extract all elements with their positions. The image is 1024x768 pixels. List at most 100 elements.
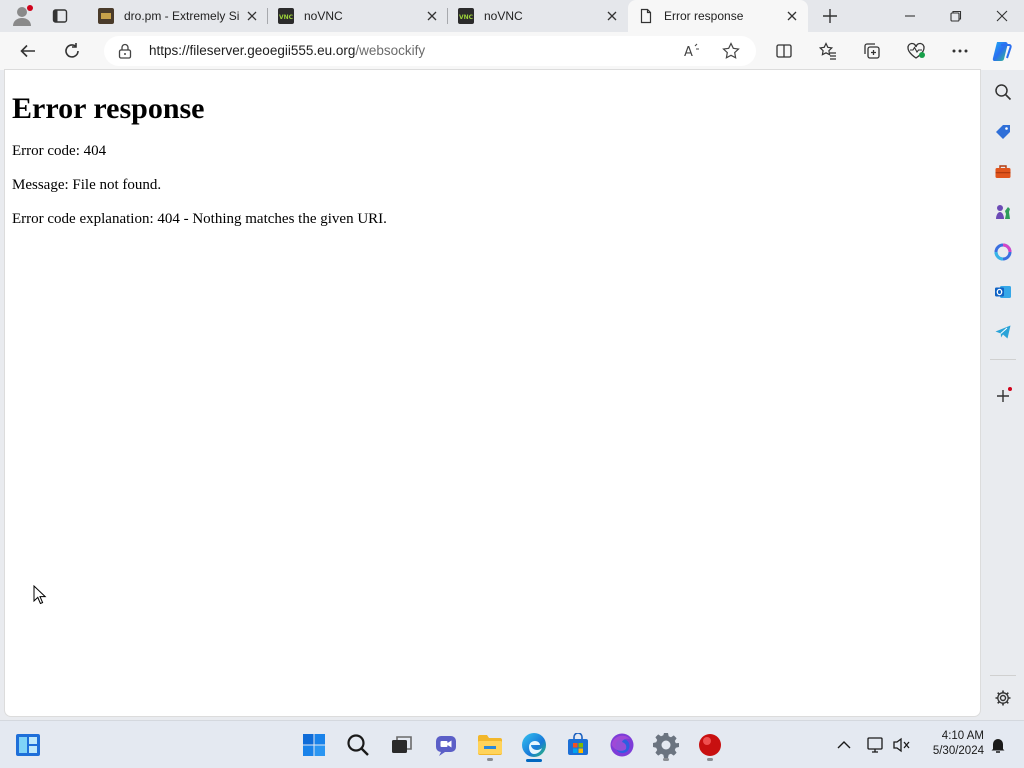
tab-title: Error response bbox=[664, 9, 744, 23]
favorite-button[interactable] bbox=[721, 41, 741, 61]
sidebar-shopping-button[interactable] bbox=[990, 119, 1016, 145]
sidebar-add-button[interactable] bbox=[990, 383, 1016, 409]
browser-essentials-button[interactable] bbox=[900, 35, 932, 67]
record-icon bbox=[699, 734, 721, 756]
record-button[interactable] bbox=[692, 727, 728, 763]
lock-icon bbox=[118, 43, 132, 59]
start-button[interactable] bbox=[296, 727, 332, 763]
restore-button[interactable] bbox=[936, 0, 976, 32]
close-tab-button[interactable] bbox=[420, 4, 444, 28]
firefox-icon bbox=[610, 733, 634, 757]
collections-icon bbox=[864, 43, 880, 59]
svg-text:VNC: VNC bbox=[459, 14, 474, 21]
outlook-icon bbox=[995, 286, 1011, 298]
refresh-button[interactable] bbox=[56, 35, 88, 67]
volume-muted-icon bbox=[893, 737, 910, 753]
network-button[interactable] bbox=[862, 727, 890, 763]
meet-icon bbox=[436, 736, 456, 756]
close-icon bbox=[427, 11, 437, 21]
file-explorer-icon bbox=[478, 735, 502, 755]
url-text: https://fileserver.geoegii555.eu.org/web… bbox=[149, 43, 425, 58]
edge-icon bbox=[522, 733, 546, 757]
address-bar[interactable]: https://fileserver.geoegii555.eu.org/web… bbox=[104, 36, 756, 66]
minimize-button[interactable] bbox=[890, 0, 930, 32]
store-button[interactable] bbox=[560, 727, 596, 763]
mouse-cursor-icon bbox=[33, 585, 47, 605]
close-tab-button[interactable] bbox=[600, 4, 624, 28]
split-screen-button[interactable] bbox=[768, 35, 800, 67]
plus-icon bbox=[823, 9, 837, 23]
sidebar-games-button[interactable] bbox=[990, 199, 1016, 225]
tab-error-response[interactable]: Error response bbox=[628, 0, 808, 32]
svg-text:VNC: VNC bbox=[279, 14, 294, 21]
settings-menu-button[interactable] bbox=[944, 35, 976, 67]
close-icon bbox=[787, 11, 797, 21]
profile-icon bbox=[13, 5, 33, 26]
tab-novnc-2[interactable]: VNC noVNC bbox=[448, 0, 628, 32]
widgets-button[interactable] bbox=[10, 727, 46, 763]
edge-button[interactable] bbox=[516, 727, 552, 763]
error-message-text: Message: File not found. bbox=[12, 177, 162, 193]
split-screen-icon bbox=[776, 44, 792, 58]
meet-button[interactable] bbox=[428, 727, 464, 763]
show-hidden-icons-button[interactable] bbox=[830, 727, 858, 763]
tab-dro-pm[interactable]: dro.pm - Extremely Si bbox=[88, 0, 268, 32]
novnc-favicon: VNC bbox=[458, 8, 474, 24]
dro-pm-favicon bbox=[98, 8, 114, 24]
notifications-button[interactable] bbox=[984, 727, 1012, 763]
read-aloud-icon: A bbox=[684, 43, 699, 60]
settings-app-button[interactable] bbox=[648, 727, 684, 763]
task-view-button[interactable] bbox=[384, 727, 420, 763]
sidebar-telegram-button[interactable] bbox=[990, 319, 1016, 345]
profile-button[interactable] bbox=[2, 0, 42, 32]
tab-actions-button[interactable] bbox=[40, 0, 80, 32]
close-window-button[interactable] bbox=[982, 0, 1022, 32]
novnc-favicon: VNC bbox=[278, 8, 294, 24]
svg-text:A: A bbox=[684, 45, 693, 60]
close-icon bbox=[247, 11, 257, 21]
collections-button[interactable] bbox=[856, 35, 888, 67]
url-path: /websockify bbox=[355, 43, 426, 58]
sidebar-settings-button[interactable] bbox=[990, 685, 1016, 711]
telegram-icon bbox=[995, 325, 1011, 339]
page-favicon bbox=[640, 8, 652, 24]
minimize-icon bbox=[905, 15, 915, 17]
taskbar: 4:10 AM 5/30/2024 bbox=[0, 720, 1024, 768]
add-icon bbox=[997, 387, 1012, 402]
page-body: Error response Error code: 404 Message: … bbox=[12, 92, 912, 244]
close-tab-button[interactable] bbox=[780, 4, 804, 28]
tab-title: dro.pm - Extremely Si bbox=[124, 9, 240, 23]
toolbox-icon bbox=[995, 165, 1011, 178]
sidebar-outlook-button[interactable] bbox=[990, 279, 1016, 305]
back-button[interactable] bbox=[12, 35, 44, 67]
star-icon bbox=[722, 42, 740, 59]
file-explorer-button[interactable] bbox=[472, 727, 508, 763]
tab-novnc-1[interactable]: VNC noVNC bbox=[268, 0, 448, 32]
sidebar-tools-button[interactable] bbox=[990, 159, 1016, 185]
more-icon bbox=[952, 49, 968, 53]
toolbar: https://fileserver.geoegii555.eu.org/web… bbox=[0, 32, 1024, 70]
clock[interactable]: 4:10 AM 5/30/2024 bbox=[920, 729, 984, 759]
chevron-up-icon bbox=[837, 741, 851, 749]
url-host: https://fileserver.geoegii555.eu.org bbox=[149, 43, 356, 58]
clock-time: 4:10 AM bbox=[941, 730, 984, 742]
volume-button[interactable] bbox=[888, 727, 916, 763]
heart-pulse-icon bbox=[907, 42, 925, 59]
network-icon bbox=[867, 737, 883, 753]
favorites-icon bbox=[819, 42, 836, 60]
taskbar-search-button[interactable] bbox=[340, 727, 376, 763]
firefox-button[interactable] bbox=[604, 727, 640, 763]
favorites-button[interactable] bbox=[812, 35, 844, 67]
read-aloud-button[interactable]: A bbox=[682, 41, 702, 61]
tag-icon bbox=[996, 125, 1010, 139]
tab-strip: dro.pm - Extremely Si VNC noVNC VNC noVN… bbox=[0, 0, 1024, 32]
web-page: Error response Error code: 404 Message: … bbox=[5, 70, 980, 716]
edge-sidebar bbox=[982, 70, 1024, 720]
search-icon bbox=[995, 84, 1012, 101]
new-tab-button[interactable] bbox=[810, 0, 850, 32]
copilot-button[interactable] bbox=[986, 35, 1018, 67]
sidebar-m365-button[interactable] bbox=[990, 239, 1016, 265]
close-icon bbox=[996, 10, 1008, 22]
sidebar-search-button[interactable] bbox=[990, 79, 1016, 105]
close-tab-button[interactable] bbox=[240, 4, 264, 28]
